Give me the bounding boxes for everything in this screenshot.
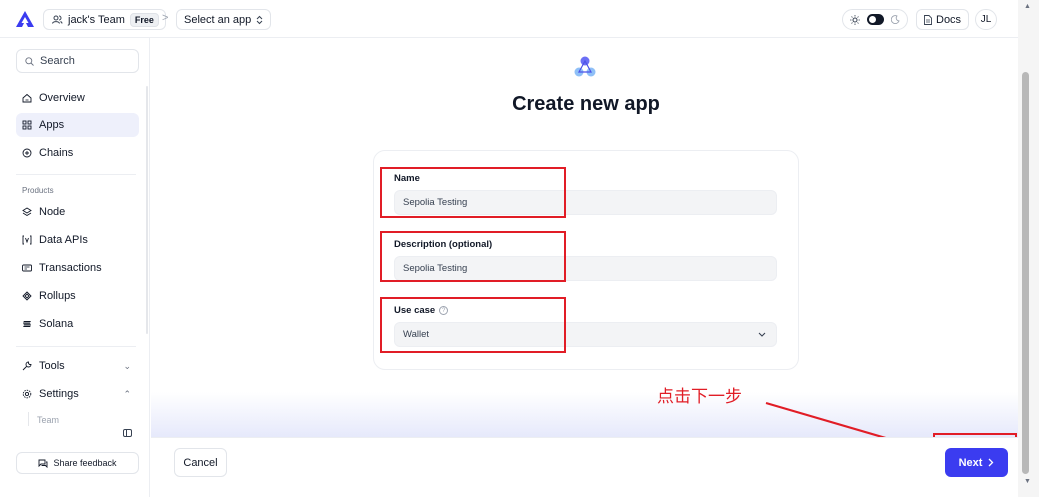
sidebar-item-label: Tools (39, 360, 65, 372)
feedback-icon (39, 459, 48, 468)
sidebar-item-settings[interactable]: Settings ⌃ (16, 382, 139, 406)
sidebar-item-overview[interactable]: Overview (16, 86, 139, 110)
highlight-box-description (380, 231, 566, 282)
team-selector[interactable]: jack's Team Free (43, 9, 166, 30)
next-label: Next (958, 456, 983, 469)
share-feedback-label: Share feedback (53, 458, 117, 468)
action-bar (151, 437, 1018, 497)
breadcrumb-separator: > (162, 12, 169, 24)
sidebar-item-rollups[interactable]: Rollups (16, 284, 139, 308)
page-title: Create new app (512, 93, 660, 115)
alchemy-logo-icon[interactable] (16, 11, 34, 27)
solana-icon (23, 321, 31, 327)
highlight-box-name (380, 167, 566, 218)
data-icon (22, 235, 32, 245)
team-name: jack's Team (68, 13, 125, 26)
plus-circle-icon (22, 148, 32, 158)
sidebar-item-node[interactable]: Node (16, 200, 139, 224)
sidebar-item-label: Rollups (39, 290, 76, 302)
sidebar-scrollbar[interactable] (146, 86, 148, 334)
top-bar: jack's Team Free > Select an app Docs JL (0, 0, 1018, 38)
submenu-line (28, 412, 29, 426)
theme-switch[interactable] (867, 14, 884, 25)
sidebar-item-label: Apps (39, 119, 65, 131)
chevron-up-icon: ⌃ (123, 388, 131, 399)
document-icon (924, 14, 932, 25)
scrollbar-thumb[interactable] (1022, 72, 1029, 474)
wrench-icon (22, 361, 32, 371)
app-selector[interactable]: Select an app (176, 9, 272, 30)
docs-button[interactable]: Docs (916, 9, 970, 30)
sidebar-item-solana[interactable]: Solana (16, 312, 139, 336)
sidebar-item-label: Settings (39, 388, 79, 400)
annotation-text: 点击下一步 (657, 387, 742, 407)
sort-chevrons-icon (256, 15, 263, 24)
home-icon (22, 93, 32, 103)
chevron-down-icon (758, 332, 766, 337)
scroll-down-icon[interactable]: ▼ (1024, 478, 1031, 485)
app-nodes-icon (574, 56, 596, 77)
sidebar-divider (16, 346, 136, 347)
share-feedback-button[interactable]: Share feedback (16, 452, 139, 474)
sidebar-item-tools[interactable]: Tools ⌄ (16, 354, 139, 378)
next-button[interactable]: Next (945, 448, 1008, 477)
rollups-icon (22, 291, 32, 301)
grid-icon (22, 120, 32, 130)
sun-icon (850, 14, 860, 25)
sidebar-item-label: Chains (39, 147, 74, 159)
sidebar-subitem-team[interactable]: Team (37, 415, 59, 425)
products-section-label: Products (22, 186, 54, 195)
team-icon (52, 15, 63, 24)
plan-badge: Free (129, 12, 159, 27)
sidebar-item-label: Data APIs (39, 234, 88, 246)
moon-icon (891, 15, 900, 24)
sidebar-item-label: Overview (39, 92, 85, 104)
sidebar-item-transactions[interactable]: Transactions (16, 256, 139, 280)
chevron-down-icon: ⌄ (123, 360, 131, 371)
transactions-icon (22, 264, 32, 272)
app-selector-label: Select an app (184, 13, 252, 26)
sidebar-item-chains[interactable]: Chains (16, 141, 139, 165)
cancel-button[interactable]: Cancel (174, 448, 227, 477)
gear-icon (22, 389, 32, 399)
highlight-box-usecase (380, 297, 566, 353)
search-icon (25, 56, 34, 66)
sidebar-divider (16, 174, 136, 175)
docs-label: Docs (936, 13, 962, 26)
sidebar: Search Overview Apps Chains Products Nod… (0, 38, 150, 497)
sidebar-item-apps[interactable]: Apps (16, 113, 139, 137)
sidebar-item-label: Node (39, 206, 66, 218)
node-icon (22, 207, 32, 217)
theme-toggle[interactable] (842, 9, 908, 30)
sidebar-item-label: Transactions (39, 262, 102, 274)
collapse-sidebar-icon[interactable] (123, 429, 132, 437)
search-input[interactable]: Search (16, 49, 139, 73)
chevron-right-icon (988, 458, 994, 467)
sidebar-item-data-apis[interactable]: Data APIs (16, 228, 139, 252)
sidebar-item-label: Solana (39, 318, 74, 330)
search-placeholder: Search (40, 55, 75, 67)
scroll-up-icon[interactable]: ▲ (1024, 3, 1031, 10)
user-avatar[interactable]: JL (975, 9, 997, 30)
